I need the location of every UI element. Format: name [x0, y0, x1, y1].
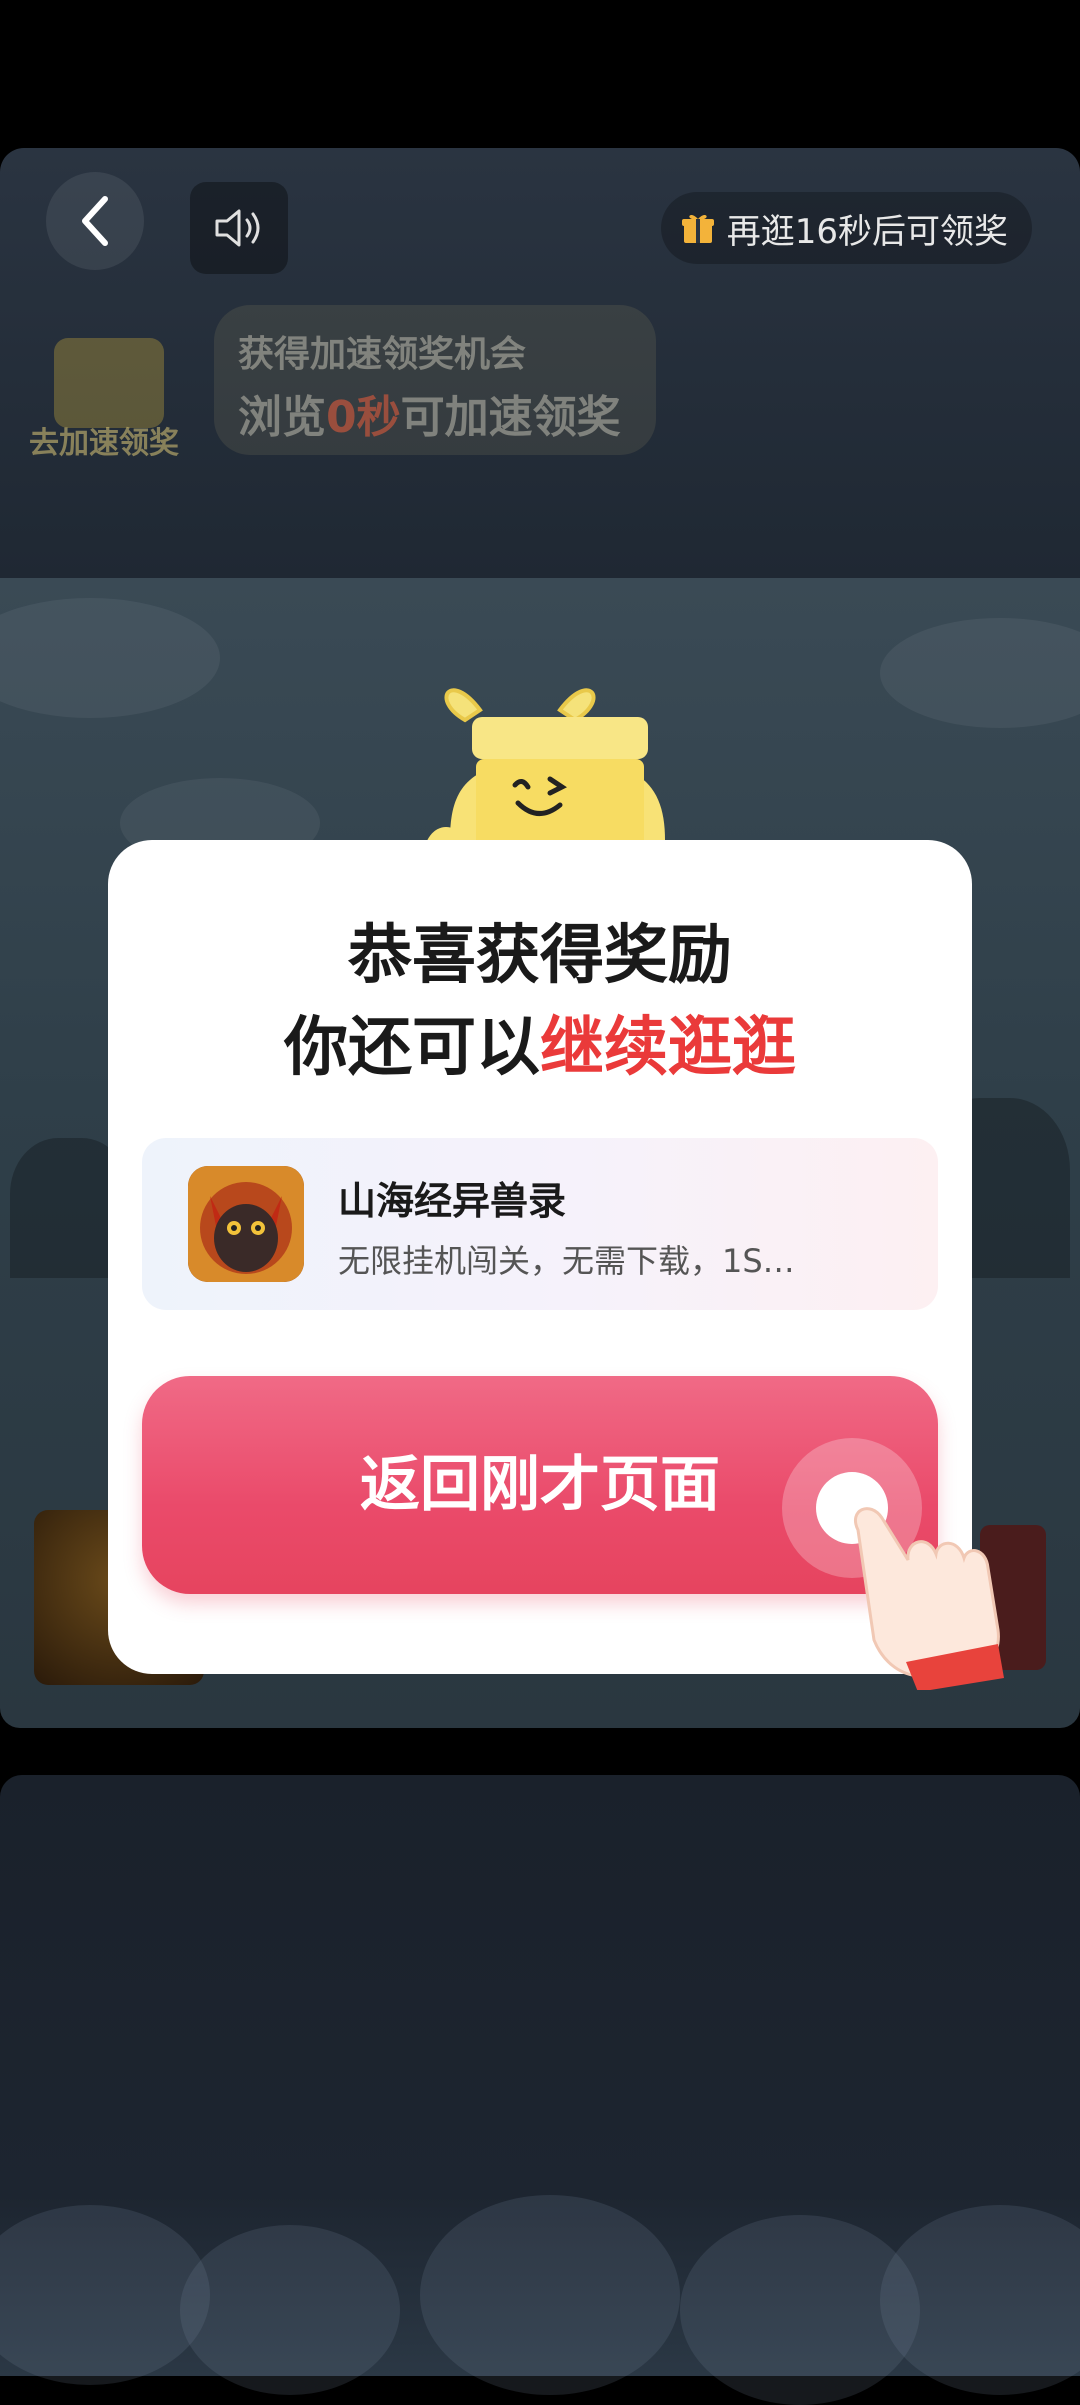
back-button[interactable] [46, 172, 144, 270]
app-name: 山海经异兽录 [338, 1179, 567, 1223]
tap-hand-icon [782, 1438, 1004, 1690]
reward-countdown-text: 再逛16秒后可领奖 [726, 211, 1008, 252]
back-arrow-icon [82, 196, 108, 246]
speed-up-title: 获得加速领奖机会 [238, 334, 527, 375]
speed-up-card: 获得加速领奖机会 浏览0秒可加速领奖 [214, 305, 656, 455]
speed-up-subtitle: 浏览0秒可加速领奖 [238, 392, 621, 443]
sound-toggle-button[interactable] [190, 182, 288, 274]
speaker-icon [215, 209, 260, 247]
speed-up-label: 去加速领奖 [29, 426, 179, 461]
gift-icon [681, 214, 714, 243]
app-description: 无限挂机闯关，无需下载，1S… [338, 1242, 795, 1280]
recommended-app-card[interactable]: 山海经异兽录 无限挂机闯关，无需下载，1S… [142, 1138, 938, 1310]
reward-countdown-badge: 再逛16秒后可领奖 [660, 192, 1032, 264]
speed-up-mascot[interactable]: 去加速领奖 [14, 318, 194, 528]
app-icon [188, 1166, 304, 1282]
gift-box-icon [54, 338, 164, 428]
dialog-title: 恭喜获得奖励 你还可以继续逛逛 [284, 919, 796, 1085]
bottom-content-background [0, 1775, 1080, 2405]
